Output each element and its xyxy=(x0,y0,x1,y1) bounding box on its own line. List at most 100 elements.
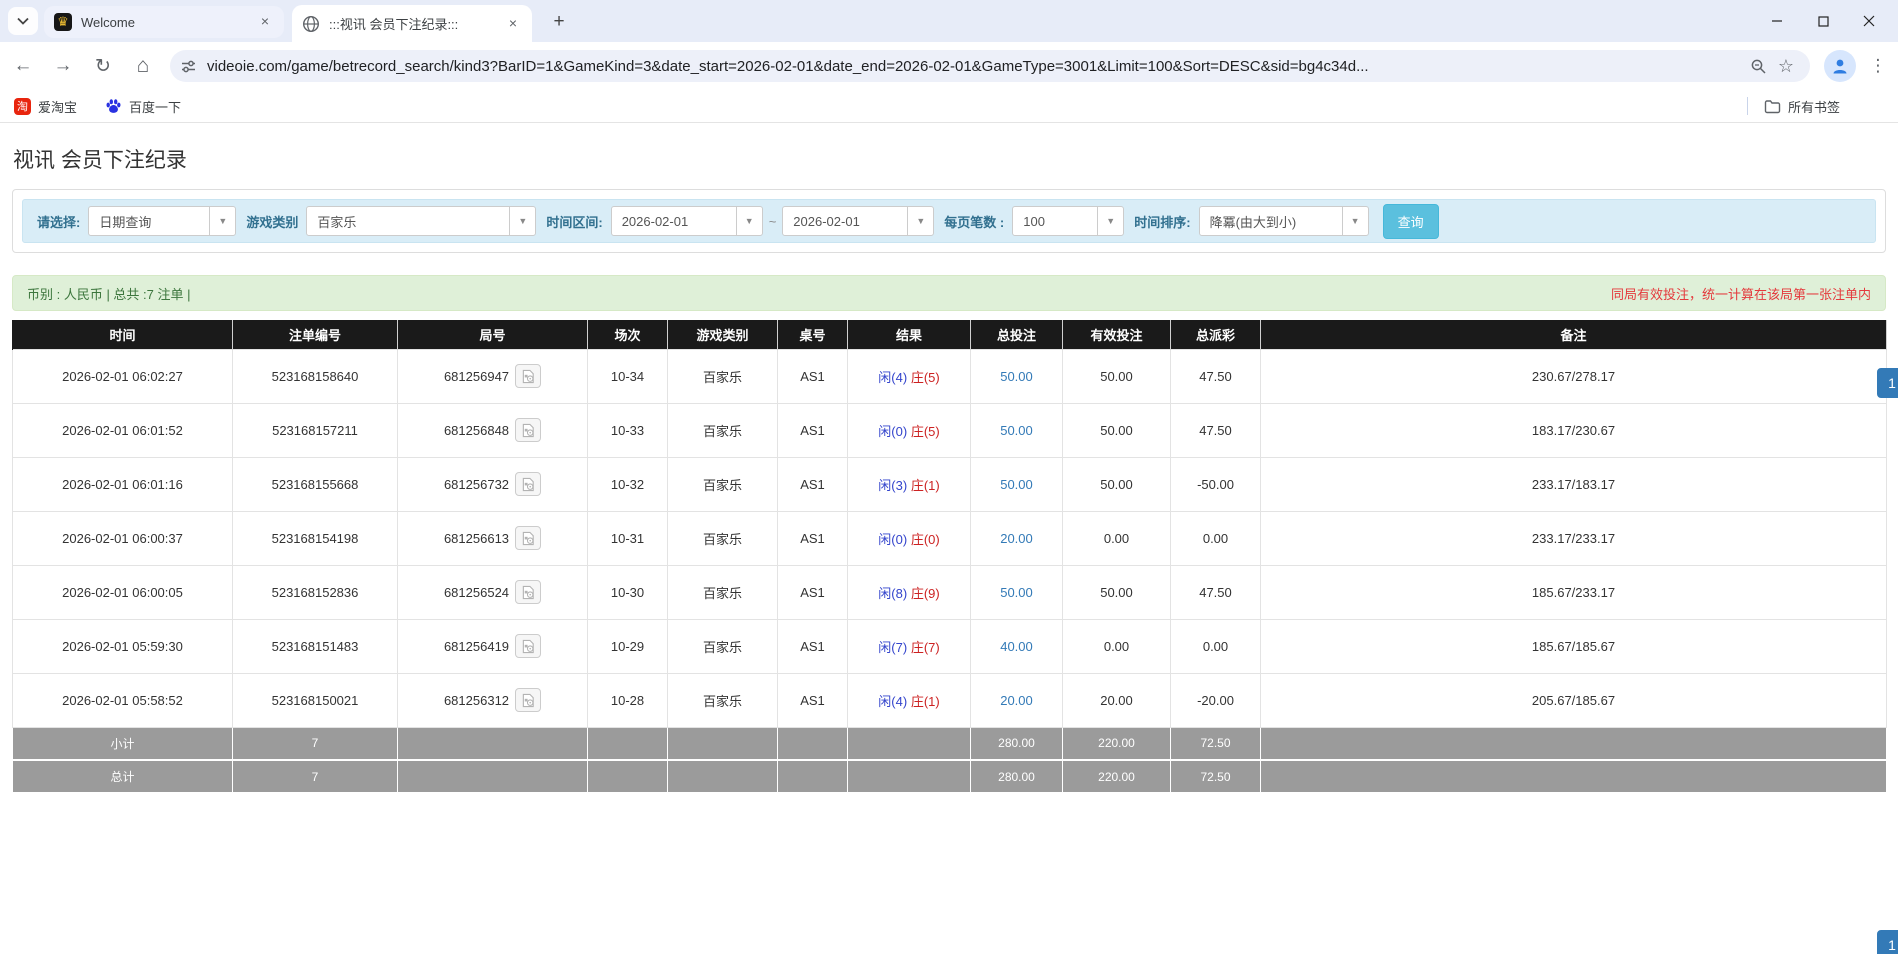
address-bar[interactable]: videoie.com/game/betrecord_search/kind3?… xyxy=(170,50,1810,82)
total-bet-link[interactable]: 50.00 xyxy=(1000,477,1033,492)
bookmark-taobao[interactable]: 淘 爱淘宝 xyxy=(14,97,77,116)
cell-game-type: 百家乐 xyxy=(667,402,778,458)
video-replay-button[interactable] xyxy=(515,580,542,604)
col-table-no: 桌号 xyxy=(777,320,848,349)
forward-button[interactable]: → xyxy=(46,49,80,83)
result-player: 闲(8) xyxy=(878,585,908,601)
caret-down-icon: ▼ xyxy=(1097,207,1123,235)
close-icon xyxy=(1863,15,1875,27)
cell-bet-id: 523168157211 xyxy=(232,402,398,458)
cell-bet-id: 523168151483 xyxy=(232,618,398,674)
total-bet-link[interactable]: 20.00 xyxy=(1000,531,1033,546)
cell-time: 2026-02-01 06:01:52 xyxy=(12,402,233,458)
col-round-id: 局号 xyxy=(397,320,588,349)
cell-valid-bet: 50.00 xyxy=(1062,564,1171,620)
video-replay-button[interactable] xyxy=(515,472,542,496)
tab-search-button[interactable] xyxy=(8,7,38,35)
cell-table-no: AS1 xyxy=(777,672,848,728)
close-window-button[interactable] xyxy=(1846,6,1892,36)
pagination-page-1-top[interactable]: 1 xyxy=(1877,368,1898,398)
tab-bet-record[interactable]: :::视讯 会员下注纪录::: × xyxy=(292,5,532,42)
cell-total-bet: 50.00 xyxy=(970,348,1063,404)
pagination-page-1-bottom[interactable]: 1 xyxy=(1877,930,1898,954)
browser-menu-button[interactable]: ⋮ xyxy=(1868,56,1888,76)
cell-table-no: AS1 xyxy=(777,618,848,674)
caret-down-icon: ▼ xyxy=(735,207,762,235)
cell-payout: 47.50 xyxy=(1170,348,1261,404)
video-replay-button[interactable] xyxy=(515,364,542,388)
caret-down-icon: ▼ xyxy=(907,207,933,235)
total-bet-link[interactable]: 50.00 xyxy=(1000,423,1033,438)
url-text[interactable]: videoie.com/game/betrecord_search/kind3?… xyxy=(207,58,1744,75)
cell-total-bet: 20.00 xyxy=(970,672,1063,728)
reload-button[interactable]: ↻ xyxy=(86,49,120,83)
tab-welcome[interactable]: ♛ Welcome × xyxy=(44,6,284,38)
bookmark-label: 爱淘宝 xyxy=(38,99,78,115)
back-button[interactable]: ← xyxy=(6,49,40,83)
video-replay-button[interactable] xyxy=(515,418,542,442)
all-bookmarks-label: 所有书签 xyxy=(1788,99,1841,115)
total-bet-link[interactable]: 50.00 xyxy=(1000,369,1033,384)
cell-result: 闲(4) 庄(5) xyxy=(847,348,971,404)
cell-bet-id: 523168155668 xyxy=(232,456,398,512)
subtotal-label: 小计 xyxy=(12,726,233,761)
search-button[interactable]: 查询 xyxy=(1382,203,1439,239)
cell-total-bet: 50.00 xyxy=(970,456,1063,512)
cell-round-id: 681256947 xyxy=(397,348,588,404)
summary-bar: 币别 : 人民币 | 总共 :7 注单 | 同局有效投注，统一计算在该局第一张注… xyxy=(12,275,1886,311)
total-valid-bet: 220.00 xyxy=(1062,759,1171,794)
video-replay-button[interactable] xyxy=(515,688,542,712)
total-bet-link[interactable]: 20.00 xyxy=(1000,693,1033,708)
bookmarks-right: 所有书签 xyxy=(1747,97,1898,116)
cell-table-no: AS1 xyxy=(777,510,848,566)
new-tab-button[interactable]: + xyxy=(546,9,572,35)
video-replay-button[interactable] xyxy=(515,526,542,550)
date-start-select[interactable]: 2026-02-01 ▼ xyxy=(610,206,763,236)
query-type-select[interactable]: 日期查询 ▼ xyxy=(88,206,237,236)
table-row: 2026-02-01 06:01:16 523168155668 681256732… xyxy=(12,456,1887,512)
zoom-page-button[interactable] xyxy=(1744,52,1772,80)
result-banker: 庄(9) xyxy=(910,585,940,601)
profile-avatar[interactable] xyxy=(1824,50,1856,82)
home-button[interactable]: ⌂ xyxy=(126,49,160,83)
video-replay-button[interactable] xyxy=(515,634,542,658)
per-page-select[interactable]: 100 ▼ xyxy=(1012,206,1125,236)
subtotal-total-bet: 280.00 xyxy=(970,726,1063,761)
video-camera-icon xyxy=(522,369,534,383)
tab-close-icon[interactable]: × xyxy=(504,15,522,33)
tab-close-icon[interactable]: × xyxy=(256,13,274,31)
result-player: 闲(0) xyxy=(878,423,908,439)
bookmark-baidu[interactable]: 百度一下 xyxy=(105,97,181,116)
result-banker: 庄(5) xyxy=(910,423,940,439)
bookmark-star-button[interactable]: ☆ xyxy=(1772,52,1800,80)
site-settings-icon[interactable] xyxy=(180,58,197,75)
cell-result: 闲(7) 庄(7) xyxy=(847,618,971,674)
cell-total-bet: 20.00 xyxy=(970,510,1063,566)
game-type-select[interactable]: 百家乐 ▼ xyxy=(306,206,537,236)
cell-time: 2026-02-01 05:58:52 xyxy=(12,672,233,728)
total-bet-link[interactable]: 50.00 xyxy=(1000,585,1033,600)
minimize-button[interactable] xyxy=(1754,6,1800,36)
col-session: 场次 xyxy=(587,320,668,349)
cell-round-id: 681256732 xyxy=(397,456,588,512)
baidu-paw-icon xyxy=(106,98,121,113)
round-id-text: 681256848 xyxy=(443,422,510,438)
minimize-icon xyxy=(1772,20,1782,22)
globe-icon xyxy=(302,15,320,32)
maximize-button[interactable] xyxy=(1800,6,1846,36)
cell-session: 10-28 xyxy=(587,672,668,728)
sort-select[interactable]: 降冪(由大到小) ▼ xyxy=(1198,206,1369,236)
cell-table-no: AS1 xyxy=(777,348,848,404)
date-end-select[interactable]: 2026-02-01 ▼ xyxy=(782,206,935,236)
total-bet-link[interactable]: 40.00 xyxy=(1000,639,1033,654)
all-bookmarks-button[interactable]: 所有书签 xyxy=(1764,97,1870,116)
person-icon xyxy=(1833,59,1847,74)
date-range-tilde: ~ xyxy=(768,213,777,229)
page-content: 视讯 会员下注纪录 请选择: 日期查询 ▼ 游戏类别 百家乐 ▼ 时间区间: 2… xyxy=(0,123,1898,954)
cell-total-bet: 50.00 xyxy=(970,564,1063,620)
cell-session: 10-31 xyxy=(587,510,668,566)
tab-title: :::视讯 会员下注纪录::: xyxy=(329,17,459,32)
subtotal-valid-bet: 220.00 xyxy=(1062,726,1171,761)
cell-valid-bet: 50.00 xyxy=(1062,456,1171,512)
tab-title: Welcome xyxy=(81,14,135,30)
